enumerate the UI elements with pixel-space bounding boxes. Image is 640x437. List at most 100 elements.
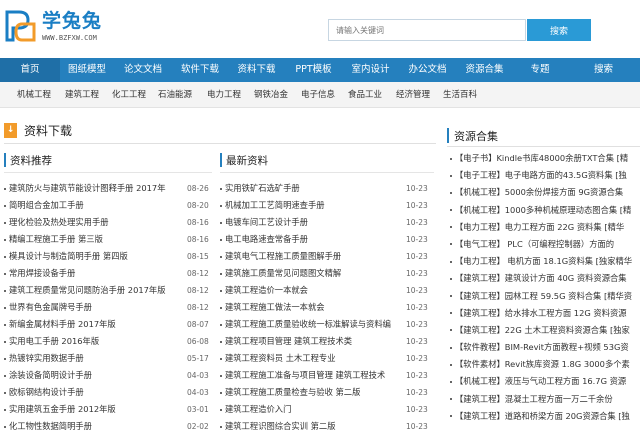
list-item-label[interactable]: 模具设计与制造简明手册 第四版 <box>9 251 128 261</box>
resource-item[interactable]: 【机械工程】液压与气动工程方面 16.7G 资源 <box>450 373 640 390</box>
resource-item-label[interactable]: 【建筑工程】22G 土木工程资料资源合集 [独家 <box>455 325 630 335</box>
list-item[interactable]: 建筑电气工程施工质量图解手册 10-23 <box>220 248 434 265</box>
resource-item[interactable]: 【建筑工程】园林工程 59.5G 资料合集 [精华资 <box>450 288 640 305</box>
list-item[interactable]: 建筑工程施工准备与项目管理 建筑工程技术 10-23 <box>220 367 434 384</box>
nav-item-ppt[interactable]: PPT模板 <box>285 58 342 82</box>
list-item-title[interactable]: 常用焊接设备手册 <box>4 265 75 282</box>
resource-item[interactable]: 【建筑工程】建筑设计方面 40G 资料资源合集 <box>450 270 640 287</box>
resource-item-label[interactable]: 【建筑工程】给水排水工程方面 12G 资料资源 <box>455 308 627 318</box>
list-item-title[interactable]: 建筑工程造价一本就会 <box>220 282 308 299</box>
list-item-label[interactable]: 新编金属材料手册 2017年版 <box>9 319 116 329</box>
category-metallurgy[interactable]: 钢铁冶金 <box>254 82 288 108</box>
list-item-title[interactable]: 建筑工程识图综合实训 第二版 <box>220 418 336 435</box>
list-item-title[interactable]: 欧标钢结构设计手册 <box>4 384 84 401</box>
category-electronics[interactable]: 电子信息 <box>301 82 335 108</box>
list-item-title[interactable]: 建筑工程施工质量检查与验收 第二版 <box>220 384 360 401</box>
search-button[interactable]: 搜索 <box>527 19 591 41</box>
nav-item-home[interactable]: 首页 <box>0 58 60 82</box>
category-petroleum[interactable]: 石油能源 <box>158 82 192 108</box>
list-item[interactable]: 新编金属材料手册 2017年版 08-07 <box>4 316 212 333</box>
category-chemical[interactable]: 化工工程 <box>112 82 146 108</box>
list-item-label[interactable]: 电工电路速查常备手册 <box>225 234 308 244</box>
list-item[interactable]: 理化检验及热处理实用手册 08-16 <box>4 214 212 231</box>
list-item[interactable]: 机械加工工艺简明速查手册 10-23 <box>220 197 434 214</box>
nav-item-downloads[interactable]: 资料下载 <box>228 58 285 82</box>
list-item-title[interactable]: 建筑防火与建筑节能设计图释手册 2017年 <box>4 180 166 197</box>
list-item[interactable]: 电工电路速查常备手册 10-23 <box>220 231 434 248</box>
resource-item-label[interactable]: 【电气工程】 PLC（可编程控制器）方面的 <box>455 239 614 249</box>
nav-item-office[interactable]: 办公文档 <box>399 58 456 82</box>
list-item-label[interactable]: 建筑施工质量常见问题图文精解 <box>225 268 341 278</box>
list-item-title[interactable]: 实用建筑五金手册 2012年版 <box>4 401 116 418</box>
list-item-title[interactable]: 建筑工程质量常见问题防治手册 2017年版 <box>4 282 166 299</box>
list-item[interactable]: 欧标钢结构设计手册 04-03 <box>4 384 212 401</box>
resource-item[interactable]: 【电子书】Kindle书库48000余册TXT合集 [精 <box>450 150 640 167</box>
list-item-title[interactable]: 实用电工手册 2016年版 <box>4 333 99 350</box>
list-item-label[interactable]: 建筑防火与建筑节能设计图释手册 2017年 <box>9 183 166 193</box>
list-item[interactable]: 建筑防火与建筑节能设计图释手册 2017年 08-26 <box>4 180 212 197</box>
nav-item-interior[interactable]: 室内设计 <box>342 58 399 82</box>
list-item-title[interactable]: 建筑工程造价入门 <box>220 401 291 418</box>
list-item-label[interactable]: 理化检验及热处理实用手册 <box>9 217 109 227</box>
resource-item[interactable]: 【电力工程】 电机方面 18.1G资料集 [独家精华 <box>450 253 640 270</box>
list-item-label[interactable]: 建筑工程项目管理 建筑工程技术类 <box>225 336 352 346</box>
list-item-label[interactable]: 实用建筑五金手册 2012年版 <box>9 404 116 414</box>
list-item-title[interactable]: 建筑工程项目管理 建筑工程技术类 <box>220 333 352 350</box>
resource-item-label[interactable]: 【建筑工程】道路和桥梁方面 20G资源合集 [独 <box>455 411 630 421</box>
resource-item-label[interactable]: 【建筑工程】园林工程 59.5G 资料合集 [精华资 <box>455 291 632 301</box>
resource-item[interactable]: 【电力工程】电力工程方面 22G 资料集 [精华 <box>450 219 640 236</box>
list-item[interactable]: 化工物性数据简明手册 02-02 <box>4 418 212 435</box>
resource-item[interactable]: 【电气工程】 PLC（可编程控制器）方面的 <box>450 236 640 253</box>
list-item[interactable]: 实用电工手册 2016年版 06-08 <box>4 333 212 350</box>
category-lifestyle[interactable]: 生活百科 <box>443 82 477 108</box>
list-item[interactable]: 建筑工程项目管理 建筑工程技术类 10-23 <box>220 333 434 350</box>
resource-item-label[interactable]: 【机械工程】1000多种机械原理动态图合集 [精 <box>455 205 631 215</box>
list-item-title[interactable]: 世界有色金属牌号手册 <box>4 299 92 316</box>
category-economics[interactable]: 经济管理 <box>396 82 430 108</box>
resource-item[interactable]: 【软件素材】Revit族库资源 1.8G 3000多个素 <box>450 356 640 373</box>
nav-item-software[interactable]: 软件下载 <box>172 58 228 82</box>
nav-item-papers[interactable]: 论文文档 <box>114 58 172 82</box>
list-item[interactable]: 建筑工程识图综合实训 第二版 10-23 <box>220 418 434 435</box>
category-power[interactable]: 电力工程 <box>207 82 241 108</box>
category-food[interactable]: 食品工业 <box>348 82 382 108</box>
nav-item-collections[interactable]: 资源合集 <box>456 58 513 82</box>
list-item-label[interactable]: 欧标钢结构设计手册 <box>9 387 84 397</box>
list-item[interactable]: 涂装设备简明设计手册 04-03 <box>4 367 212 384</box>
list-item-label[interactable]: 常用焊接设备手册 <box>9 268 75 278</box>
category-mechanical[interactable]: 机械工程 <box>17 82 51 108</box>
list-item[interactable]: 电镀车间工艺设计手册 10-23 <box>220 214 434 231</box>
resource-item[interactable]: 【软件教程】BIM-Revit方面教程+视频 53G资 <box>450 339 640 356</box>
list-item-title[interactable]: 热镀锌实用数据手册 <box>4 350 84 367</box>
list-item-label[interactable]: 建筑工程识图综合实训 第二版 <box>225 421 336 431</box>
list-item-title[interactable]: 建筑工程资料员 土木工程专业 <box>220 350 336 367</box>
list-item[interactable]: 实用铁矿石选矿手册 10-23 <box>220 180 434 197</box>
list-item-title[interactable]: 简明组合金加工手册 <box>4 197 84 214</box>
list-item-label[interactable]: 建筑工程造价一本就会 <box>225 285 308 295</box>
resource-item-label[interactable]: 【机械工程】5000余份焊接方面 9G资源合集 <box>455 187 623 197</box>
list-item-title[interactable]: 新编金属材料手册 2017年版 <box>4 316 116 333</box>
list-item-title[interactable]: 电工电路速查常备手册 <box>220 231 308 248</box>
list-item-label[interactable]: 机械加工工艺简明速查手册 <box>225 200 325 210</box>
list-item[interactable]: 模具设计与制造简明手册 第四版 08-15 <box>4 248 212 265</box>
resource-item[interactable]: 【建筑工程】22G 土木工程资料资源合集 [独家 <box>450 322 640 339</box>
resource-item-label[interactable]: 【软件素材】Revit族库资源 1.8G 3000多个素 <box>455 359 630 369</box>
list-item-title[interactable]: 建筑工程施工准备与项目管理 建筑工程技术 <box>220 367 385 384</box>
list-item-label[interactable]: 电镀车间工艺设计手册 <box>225 217 308 227</box>
list-item[interactable]: 建筑工程质量常见问题防治手册 2017年版 08-12 <box>4 282 212 299</box>
list-item-label[interactable]: 建筑工程施工质量检查与验收 第二版 <box>225 387 360 397</box>
list-item-title[interactable]: 涂装设备简明设计手册 <box>4 367 92 384</box>
resource-item-label[interactable]: 【电子书】Kindle书库48000余册TXT合集 [精 <box>455 153 628 163</box>
list-item-label[interactable]: 涂装设备简明设计手册 <box>9 370 92 380</box>
list-item[interactable]: 实用建筑五金手册 2012年版 03-01 <box>4 401 212 418</box>
category-construction[interactable]: 建筑工程 <box>65 82 99 108</box>
list-item[interactable]: 建筑工程施工质量检查与验收 第二版 10-23 <box>220 384 434 401</box>
nav-item-drawings[interactable]: 图纸模型 <box>60 58 114 82</box>
resource-item-label[interactable]: 【电力工程】电力工程方面 22G 资料集 [精华 <box>455 222 624 232</box>
resource-item-label[interactable]: 【电子工程】电子电路方面的43.5G资料集 [独 <box>455 170 627 180</box>
site-logo[interactable]: 学兔兔 WWW.BZFXW.COM <box>4 4 124 48</box>
list-item[interactable]: 世界有色金属牌号手册 08-12 <box>4 299 212 316</box>
list-item[interactable]: 常用焊接设备手册 08-12 <box>4 265 212 282</box>
resource-item[interactable]: 【建筑工程】给水排水工程方面 12G 资料资源 <box>450 305 640 322</box>
resource-item[interactable]: 【机械工程】5000余份焊接方面 9G资源合集 <box>450 184 640 201</box>
